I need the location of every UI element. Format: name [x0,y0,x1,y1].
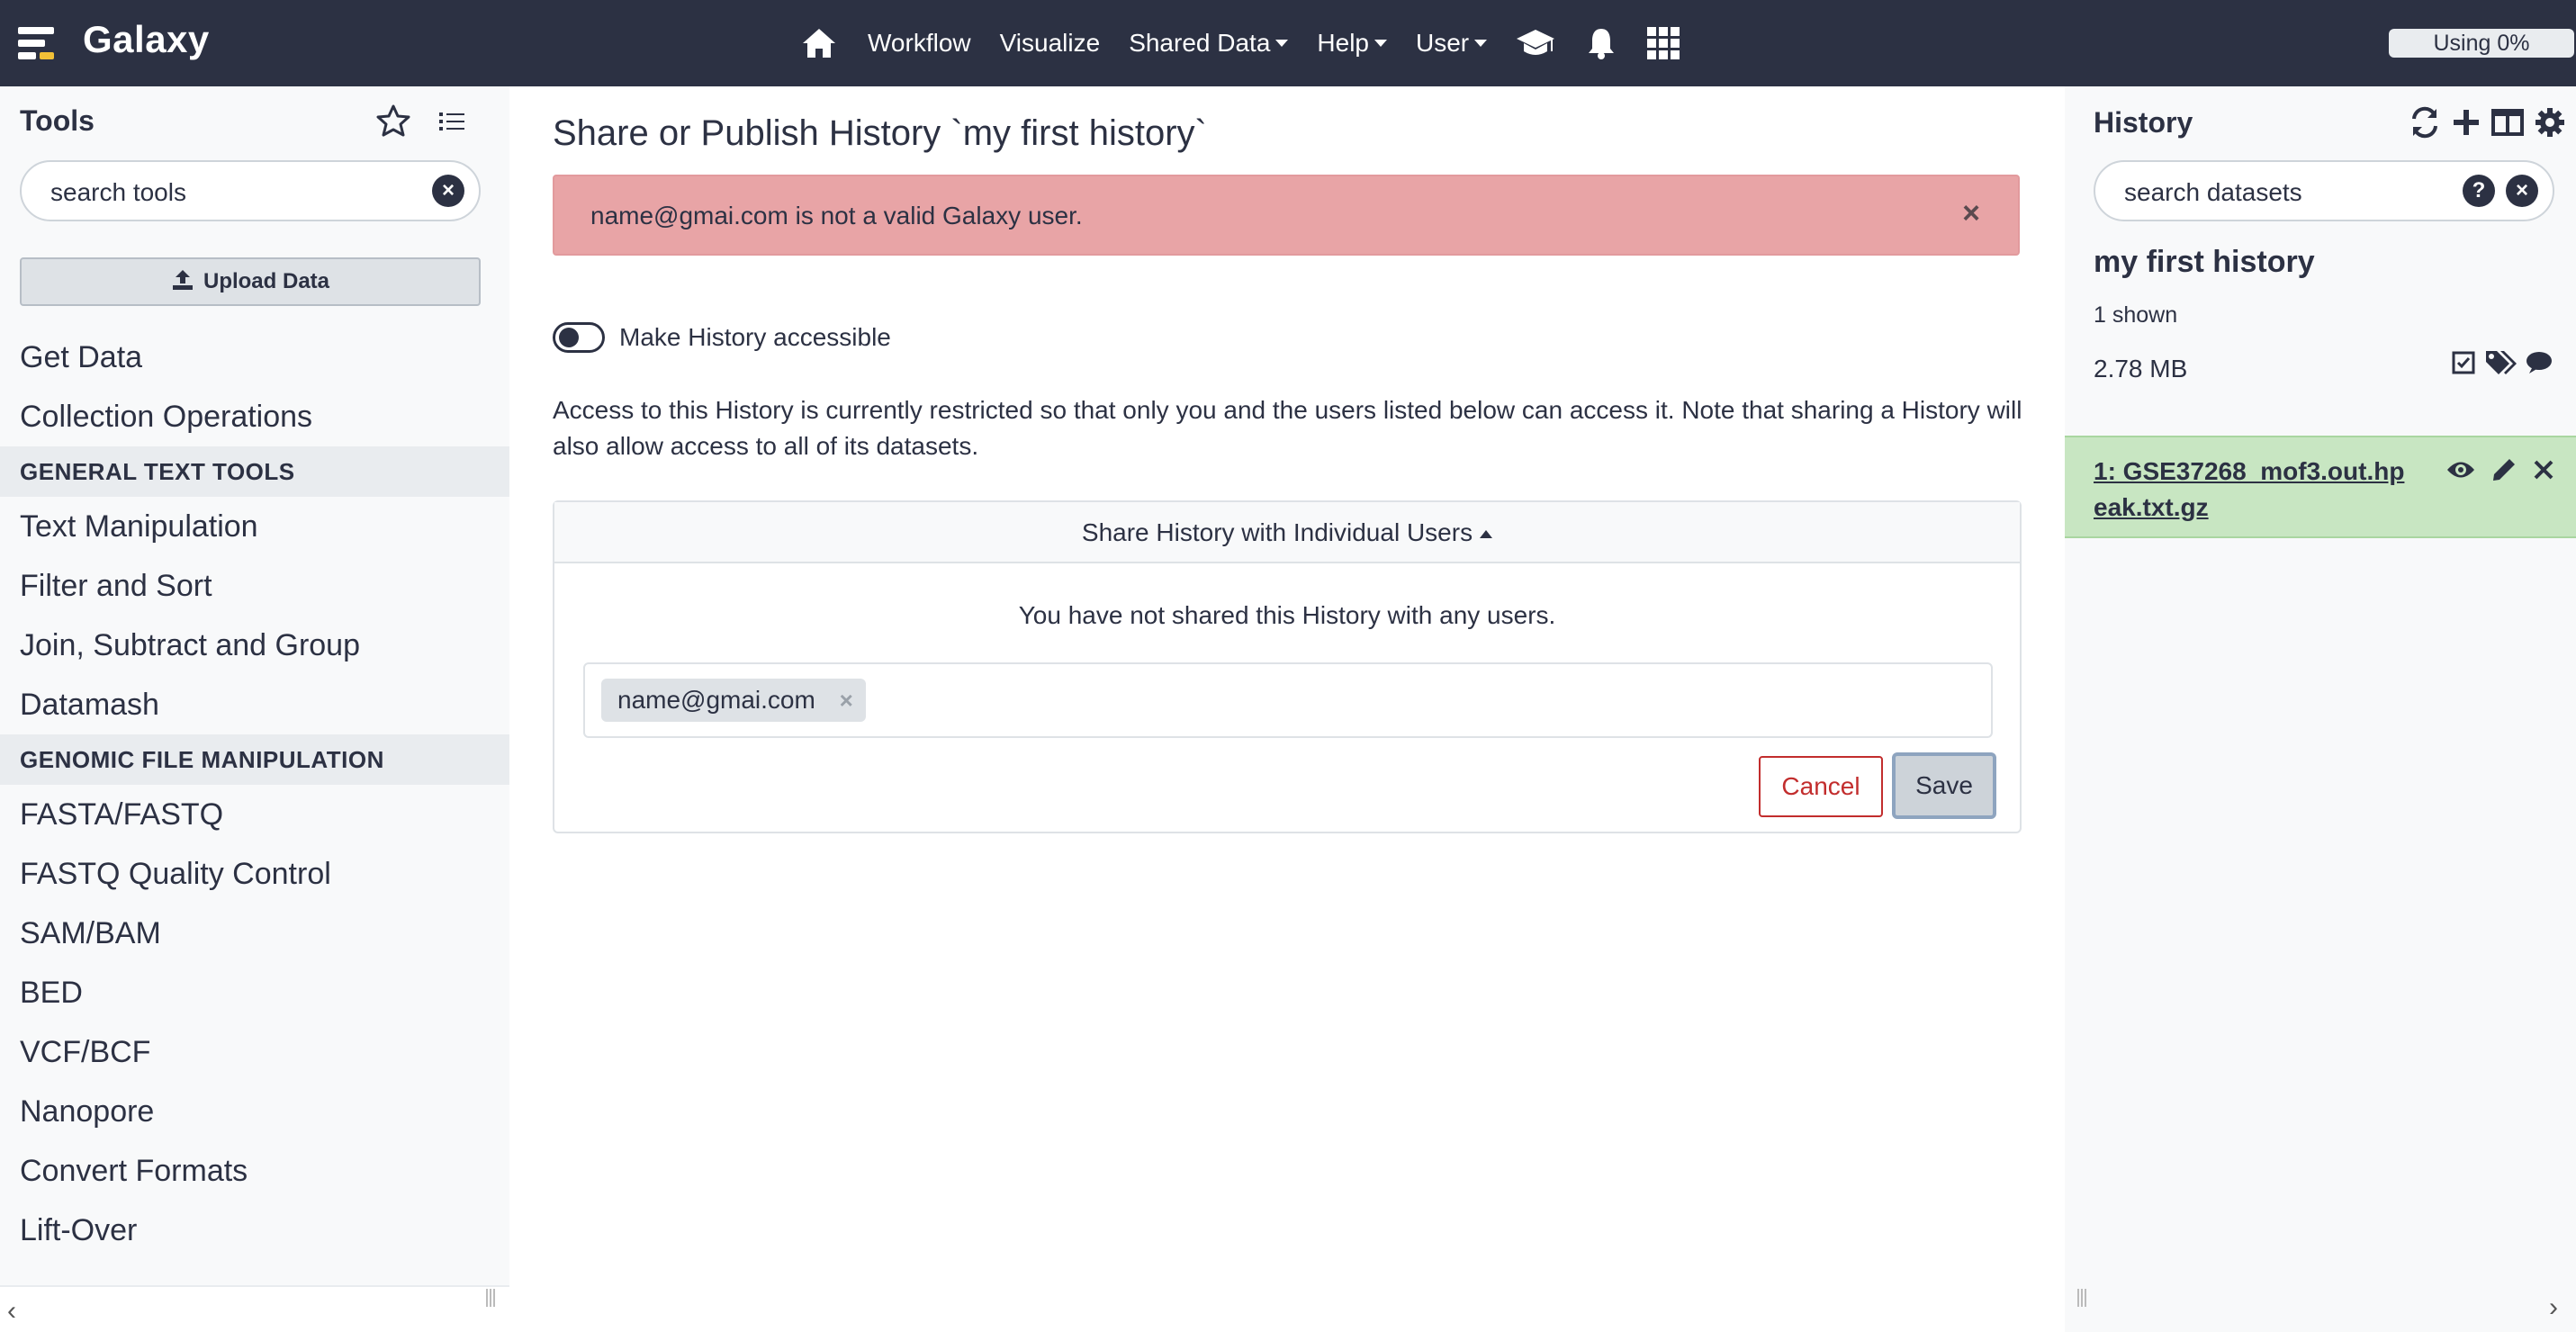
graduation-cap-icon[interactable] [1516,28,1555,58]
tool-category-item[interactable]: FASTA/FASTQ [0,785,509,844]
share-users-header-label: Share History with Individual Users [1081,518,1473,546]
eye-icon[interactable] [2446,460,2475,480]
refresh-icon[interactable] [2409,106,2441,139]
tool-panel-title: Tools [20,104,95,137]
clear-search-icon[interactable]: × [432,175,464,207]
tool-section-header: GENOMIC FILE MANIPULATION [0,734,509,785]
gear-icon[interactable] [2535,107,2565,138]
tool-category-item[interactable]: Filter and Sort [0,556,509,616]
columns-icon[interactable] [2491,108,2524,137]
tags-icon[interactable] [2484,349,2517,376]
tool-panel-scrollbar[interactable]: ‹ [0,1285,509,1332]
dataset-search-placeholder: search datasets [2124,178,2302,206]
nav-help-label: Help [1317,29,1369,57]
tool-category-item[interactable]: Join, Subtract and Group [0,616,509,675]
no-shares-message: You have not shared this History with an… [1018,601,1556,629]
tool-category-item[interactable]: Collection Operations [0,387,509,446]
brand-name[interactable]: Galaxy [83,18,210,61]
star-icon[interactable] [376,104,410,141]
center-panel: Share or Publish History `my first histo… [509,86,2065,1332]
tool-category-item[interactable]: Nanopore [0,1082,509,1141]
scroll-right-icon[interactable]: › [2549,1292,2558,1323]
history-panel-title: History [2094,106,2193,139]
remove-tag-icon[interactable]: × [840,679,853,722]
save-button[interactable]: Save [1892,752,1996,819]
comment-icon[interactable] [2526,350,2553,375]
error-alert: name@gmai.com is not a valid Galaxy user… [553,175,2020,256]
right-panel-drag-handle[interactable] [2077,1289,2086,1307]
masthead: Galaxy Workflow Visualize Shared Data He… [0,0,2576,86]
clear-search-icon[interactable]: × [2506,175,2538,207]
tool-category-item[interactable]: Datamash [0,675,509,734]
nav-visualize[interactable]: Visualize [1000,29,1101,58]
nav-shared-data[interactable]: Shared Data [1129,29,1289,58]
chevron-down-icon [1474,40,1488,47]
nav-user[interactable]: User [1416,29,1488,58]
accessible-toggle-row: Make History accessible [553,322,891,353]
history-name[interactable]: my first history [2094,245,2315,280]
question-icon[interactable]: ? [2463,175,2495,207]
share-users-card: Share History with Individual Users You … [553,500,2022,833]
dataset-search-input[interactable]: search datasets ? × [2094,160,2554,221]
tool-category-item[interactable]: VCF/BCF [0,1022,509,1082]
tool-search-placeholder: search tools [50,178,186,206]
chevron-down-icon [1275,40,1289,47]
history-shown-count: 1 shown [2094,302,2178,328]
dataset-item[interactable]: 1: GSE37268_mof3.out.hpeak.txt.gz [2065,436,2576,538]
make-accessible-label: Make History accessible [619,323,891,351]
history-size: 2.78 MB [2094,355,2188,382]
bell-icon[interactable] [1586,26,1617,60]
select-checkbox-icon[interactable] [2452,351,2475,374]
cancel-button[interactable]: Cancel [1759,756,1883,817]
tool-category-item[interactable]: BED [0,963,509,1022]
user-email-input[interactable]: name@gmai.com × [583,662,1993,738]
user-tag: name@gmai.com × [601,679,866,722]
delete-x-icon[interactable] [2533,459,2554,481]
tool-category-item[interactable]: Convert Formats [0,1141,509,1201]
quota-meter[interactable]: Using 0% [2389,29,2574,58]
page-title: Share or Publish History `my first histo… [553,113,1207,153]
tool-list: Get Data Collection Operations GENERAL TEX… [0,328,509,1260]
nav-shared-data-label: Shared Data [1129,29,1271,57]
tool-category-item[interactable]: Lift-Over [0,1201,509,1260]
tool-category-item[interactable]: Text Manipulation [0,497,509,556]
pencil-icon[interactable] [2491,457,2517,482]
upload-icon [172,270,193,290]
tool-search-input[interactable]: search tools × [20,160,481,221]
upload-data-label: Upload Data [203,269,329,293]
list-icon[interactable] [439,110,464,138]
main-nav: Workflow Visualize Shared Data Help User [801,0,1710,86]
dataset-actions [2430,457,2554,482]
home-icon[interactable] [801,27,837,59]
upload-data-button[interactable]: Upload Data [20,257,481,306]
dataset-title[interactable]: 1: GSE37268_mof3.out.hpeak.txt.gz [2094,454,2418,526]
galaxy-logo-icon [16,22,59,65]
tool-category-item[interactable]: FASTQ Quality Control [0,844,509,904]
history-panel: History search datasets ? × my first his… [2065,86,2576,1332]
chevron-down-icon [1374,40,1387,47]
brand[interactable] [16,22,59,65]
alert-message: name@gmai.com is not a valid Galaxy user… [590,202,1083,230]
share-users-header[interactable]: Share History with Individual Users [554,502,2020,563]
left-panel-drag-handle[interactable] [486,1289,495,1307]
grid-apps-icon[interactable] [1647,27,1680,59]
access-description: Access to this History is currently rest… [553,396,2022,460]
scroll-left-icon[interactable]: ‹ [7,1296,16,1327]
caret-up-icon [1480,530,1493,539]
history-options [2398,106,2565,139]
make-accessible-switch[interactable] [553,322,605,353]
tool-panel: Tools search tools × Upload Data Get Dat… [0,86,509,1332]
nav-workflow[interactable]: Workflow [868,29,971,58]
user-tag-email: name@gmai.com [617,686,815,714]
tool-section-header: GENERAL TEXT TOOLS [0,446,509,497]
tool-category-item[interactable]: Get Data [0,328,509,387]
nav-user-label: User [1416,29,1470,57]
nav-help[interactable]: Help [1317,29,1387,58]
tool-category-item[interactable]: SAM/BAM [0,904,509,963]
close-icon[interactable]: × [1962,196,1980,231]
history-meta-actions [2443,349,2553,376]
plus-icon[interactable] [2452,108,2481,137]
